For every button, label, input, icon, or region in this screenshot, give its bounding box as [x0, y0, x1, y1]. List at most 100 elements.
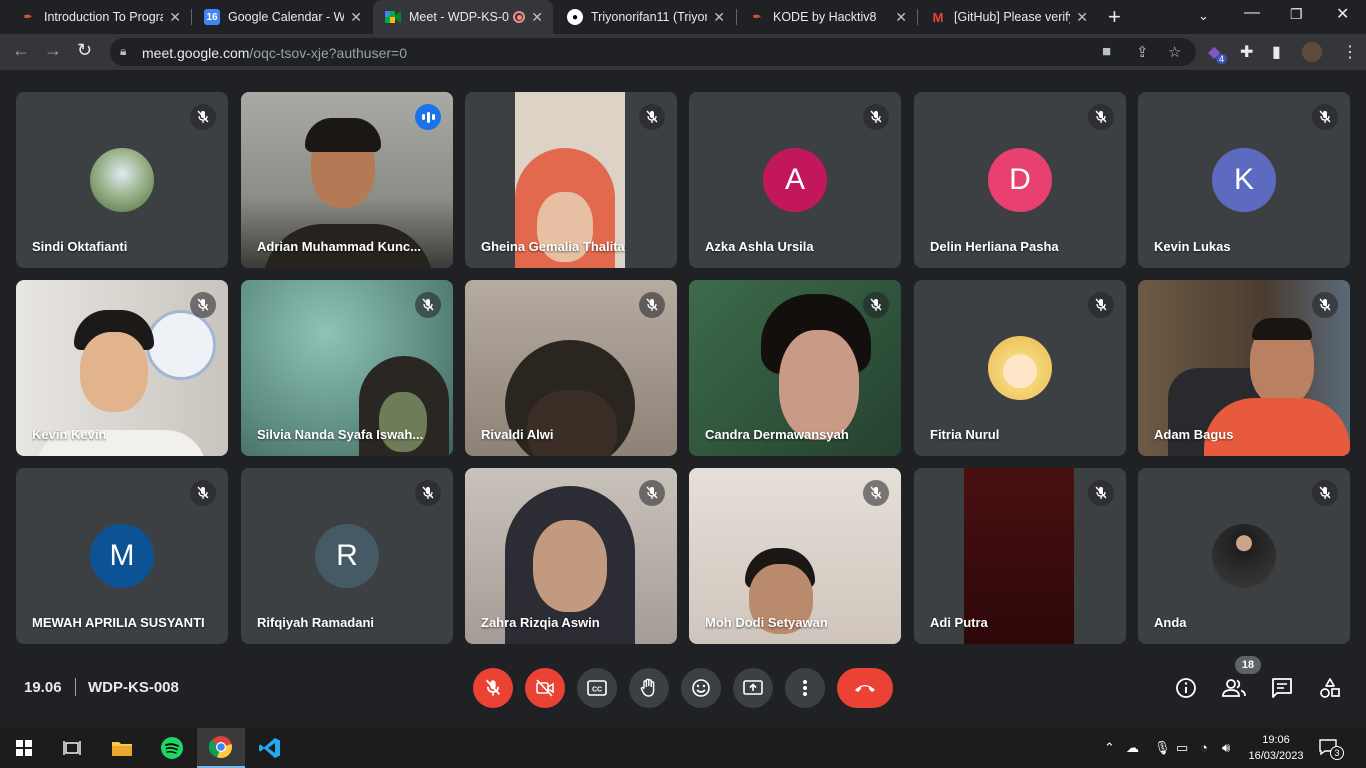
leave-call-button[interactable] [837, 668, 893, 708]
notification-center-button[interactable]: 3 [1318, 738, 1346, 760]
battery-icon[interactable]: ▭ [1176, 740, 1188, 756]
participant-tile[interactable]: Fitria Nurul [914, 280, 1126, 456]
system-clock[interactable]: 19:06 16/03/2023 [1248, 732, 1304, 764]
captions-button[interactable]: CC [577, 668, 617, 708]
fan-shape [146, 310, 216, 380]
participant-tile[interactable]: Moh Dodi Setyawan [689, 468, 901, 644]
tab-search-icon[interactable]: ⌄ [1198, 8, 1209, 24]
participant-tile[interactable]: Adrian Muhammad Kunc... [241, 92, 453, 268]
chrome-icon [209, 736, 232, 759]
close-icon[interactable]: ✕ [169, 9, 181, 26]
show-hidden-icons-icon[interactable]: ⌃ [1104, 740, 1115, 756]
windows-taskbar: ⌃ ☁ 🎙︎ ▭ ◔ 🔊︎ 19:06 16/03/2023 3 [0, 728, 1366, 768]
tab-meet[interactable]: Meet - WDP-KS-0 ✕ [373, 0, 553, 34]
tab-github[interactable]: ● Triyonorifan11 (Triyon ✕ [555, 0, 735, 34]
participant-tile[interactable]: Gheina Gemalia Thalita [465, 92, 677, 268]
participant-tile[interactable]: R Rifqiyah Ramadani [241, 468, 453, 644]
close-icon[interactable]: ✕ [895, 9, 907, 26]
profile-avatar[interactable] [1302, 42, 1322, 62]
emoji-button[interactable] [681, 668, 721, 708]
camera-icon[interactable]: ■ [1102, 43, 1111, 60]
chrome-button[interactable] [197, 728, 245, 768]
tab-title: Introduction To Progra [44, 10, 164, 24]
lock-icon: 🔒︎ [120, 44, 127, 58]
more-options-button[interactable] [785, 668, 825, 708]
mic-off-icon [1088, 104, 1114, 130]
bookmark-star-icon[interactable]: ☆ [1168, 43, 1181, 61]
chat-button[interactable] [1270, 676, 1294, 700]
tab-google-calendar[interactable]: 16 Google Calendar - We ✕ [192, 0, 372, 34]
participant-tile[interactable]: D Delin Herliana Pasha [914, 92, 1126, 268]
participant-name: Zahra Rizqia Aswin [481, 615, 600, 630]
people-button[interactable] [1222, 676, 1246, 700]
maximize-button[interactable]: ❐ [1290, 6, 1303, 23]
participant-tile[interactable]: Anda [1138, 468, 1350, 644]
notification-count: 3 [1330, 746, 1344, 760]
present-button[interactable] [733, 668, 773, 708]
start-button[interactable] [0, 728, 48, 768]
github-icon: ● [567, 9, 583, 25]
face-shape [533, 520, 607, 612]
avatar [988, 336, 1052, 400]
participant-name: Fitria Nurul [930, 427, 1000, 442]
participant-tile[interactable]: M MEWAH APRILIA SUSYANTI [16, 468, 228, 644]
vscode-button[interactable] [246, 728, 294, 768]
task-view-button[interactable] [48, 728, 96, 768]
more-icon[interactable]: ⋮ [1342, 42, 1358, 62]
tab-kode-hacktiv8[interactable]: ✒ KODE by Hacktiv8 ✕ [737, 0, 917, 34]
wifi-icon[interactable]: ◔ [1200, 740, 1208, 755]
participant-tile[interactable]: K Kevin Lukas [1138, 92, 1350, 268]
mic-off-icon [863, 292, 889, 318]
participant-tile[interactable]: Candra Dermawansyah [689, 280, 901, 456]
close-icon[interactable]: ✕ [531, 9, 543, 26]
participant-name: Silvia Nanda Syafa Iswah... [257, 427, 424, 442]
face-shape [527, 390, 617, 456]
participant-name: Kevin Kevin [32, 427, 107, 442]
participant-tile[interactable]: A Azka Ashla Ursila [689, 92, 901, 268]
raise-hand-button[interactable] [629, 668, 669, 708]
spotify-icon [161, 737, 183, 759]
close-window-button[interactable]: ✕ [1336, 4, 1349, 24]
avatar [1212, 524, 1276, 588]
participant-tile[interactable]: Kevin Kevin [16, 280, 228, 456]
mic-off-icon [1312, 480, 1338, 506]
mic-off-icon [639, 104, 665, 130]
participant-name: Delin Herliana Pasha [930, 239, 1059, 254]
participant-tile[interactable]: Silvia Nanda Syafa Iswah... [241, 280, 453, 456]
spotify-button[interactable] [148, 728, 196, 768]
tab-gmail[interactable]: M [GitHub] Please verify ✕ [918, 0, 1098, 34]
participant-tile[interactable]: Adam Bagus [1138, 280, 1350, 456]
onedrive-icon[interactable]: ☁ [1126, 740, 1139, 756]
close-icon[interactable]: ✕ [713, 9, 725, 26]
mic-toggle-button[interactable] [473, 668, 513, 708]
meeting-details-button[interactable] [1174, 676, 1198, 700]
minimize-button[interactable]: — [1244, 4, 1260, 22]
new-tab-button[interactable]: + [1108, 4, 1121, 30]
camera-off-icon [536, 679, 554, 697]
mic-off-icon [415, 292, 441, 318]
camera-toggle-button[interactable] [525, 668, 565, 708]
puzzle-icon[interactable]: ✚ [1240, 42, 1253, 62]
face-shape [779, 330, 859, 440]
reload-icon[interactable]: ↻ [77, 40, 92, 61]
emoji-icon [692, 679, 710, 697]
participant-tile[interactable]: Sindi Oktafianti [16, 92, 228, 268]
activities-button[interactable] [1318, 676, 1342, 700]
hair-shape [1252, 318, 1312, 340]
address-bar[interactable]: 🔒︎ meet.google.com/oqc-tsov-xje?authuser… [110, 38, 1196, 66]
participant-tile[interactable]: Rivaldi Alwi [465, 280, 677, 456]
close-icon[interactable]: ✕ [350, 9, 362, 26]
forward-icon[interactable]: → [44, 40, 62, 61]
mic-off-icon [190, 104, 216, 130]
share-icon[interactable]: ⇪ [1136, 43, 1149, 61]
file-explorer-button[interactable] [98, 728, 146, 768]
volume-icon[interactable]: 🔊︎ [1222, 740, 1230, 756]
participant-tile[interactable]: Zahra Rizqia Aswin [465, 468, 677, 644]
side-panel-icon[interactable]: ▮ [1272, 42, 1281, 62]
participant-tile[interactable]: Adi Putra [914, 468, 1126, 644]
microphone-icon[interactable]: 🎙︎ [1154, 740, 1171, 756]
close-icon[interactable]: ✕ [1076, 9, 1088, 26]
tab-introduction[interactable]: ✒ Introduction To Progra ✕ [8, 0, 191, 34]
back-icon[interactable]: ← [12, 40, 30, 61]
browser-tab-bar: ✒ Introduction To Progra ✕ 16 Google Cal… [0, 0, 1366, 34]
